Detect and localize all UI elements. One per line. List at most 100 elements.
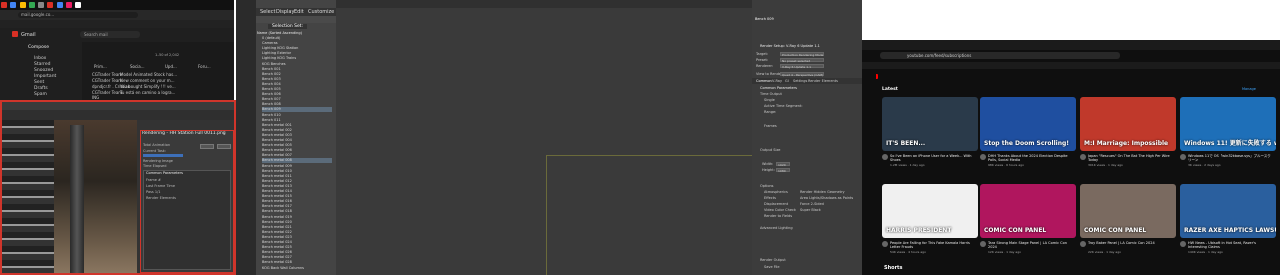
tab-settings[interactable]: Settings <box>793 79 807 83</box>
video-title[interactable]: Windows 11で OS「win32kbase.sys」ブルースクリーン <box>1188 154 1274 162</box>
folder-starred[interactable]: Starred <box>34 62 51 67</box>
render-output-label: Render Output <box>760 258 786 262</box>
tab-favicon-icon[interactable] <box>28 2 35 8</box>
video-title[interactable]: Japan "Rescues" On The Bat The High Per … <box>1088 154 1174 162</box>
check-video-color[interactable]: Video Color Check <box>764 208 796 212</box>
tab-common[interactable]: Common <box>756 79 772 83</box>
option-range[interactable]: Range: <box>764 110 776 114</box>
video-title[interactable]: So I've Been an iPhone User for a Week..… <box>890 154 976 162</box>
option-active-segment[interactable]: Active Time Segment: <box>764 104 803 108</box>
folder-spam[interactable]: Spam <box>34 92 47 97</box>
folder-snoozed[interactable]: Snoozed <box>34 68 53 73</box>
explorer-row[interactable]: KOG Back Wall Columns <box>262 266 332 271</box>
address-bar[interactable]: youtube.com/feed/subscriptions <box>880 52 1120 59</box>
height-input[interactable]: 1080 <box>776 168 790 173</box>
tab-favicon-icon[interactable] <box>75 2 82 8</box>
check-render-fields[interactable]: Render to Fields <box>764 214 792 218</box>
video-thumbnail[interactable]: HARRIS PRESIDENT <box>882 184 978 238</box>
tab-favicon-icon[interactable] <box>47 2 54 8</box>
video-thumbnail[interactable]: RAZER AXE HAPTICS LAWSUIT <box>1180 184 1276 238</box>
width-input[interactable]: 1920 <box>776 162 790 167</box>
check-atmospherics[interactable]: Atmospherics <box>764 190 788 194</box>
check-super-black[interactable]: Super Black <box>800 208 821 212</box>
thumbnail-text: RAZER AXE HAPTICS LAWSUIT <box>1184 227 1276 234</box>
tab-social[interactable]: Socia... <box>130 64 145 69</box>
tab-gi[interactable]: GI <box>785 79 789 83</box>
tab-primary[interactable]: Prim... <box>94 64 107 69</box>
tab-render-elements[interactable]: Render Elements <box>808 79 838 83</box>
tab-vray[interactable]: V-Ray <box>772 79 782 83</box>
check-displacement[interactable]: Displacement <box>764 202 788 206</box>
video-title[interactable]: HW News - Ubisoft in Hot Seat, Razer's I… <box>1188 241 1274 249</box>
video-title[interactable]: Troy Baker Panel | LA Comic Con 2024 <box>1088 241 1174 249</box>
tab-favicon-icon[interactable] <box>38 2 45 8</box>
compose-button[interactable]: Compose <box>28 45 49 50</box>
renderer-label: Renderer: <box>756 64 774 68</box>
channel-avatar[interactable] <box>980 241 986 247</box>
preset-label: Preset: <box>756 58 769 62</box>
channel-avatar[interactable] <box>1180 154 1186 160</box>
view-value: Quad 4 - Perspective (CAM) <box>782 73 824 77</box>
tab-favicon-icon[interactable] <box>19 2 26 8</box>
check-area-lights[interactable]: Area Lights/Shadows as Points <box>800 196 853 200</box>
check-force-2sided[interactable]: Force 2-Sided <box>800 202 824 206</box>
check-effects[interactable]: Effects <box>764 196 776 200</box>
menu-customize[interactable]: Customize <box>308 9 334 15</box>
video-thumbnail[interactable]: COMIC CON PANEL <box>980 184 1076 238</box>
height-value: 1080 <box>778 169 786 173</box>
browser-tab-strip[interactable] <box>0 0 234 10</box>
channel-avatar[interactable] <box>1080 241 1086 247</box>
folder-drafts[interactable]: Drafts <box>34 86 48 91</box>
explorer-column-header[interactable]: Name (Sorted Ascending) <box>257 31 302 35</box>
pause-button[interactable] <box>200 144 214 149</box>
tab-favicon-icon[interactable] <box>1 2 7 8</box>
tab-favicon-icon[interactable] <box>56 2 63 8</box>
gmail-logo-icon[interactable] <box>12 31 18 37</box>
option-frames[interactable]: Frames <box>764 124 777 128</box>
section-title: Latest <box>882 87 898 92</box>
channel-avatar[interactable] <box>882 154 888 160</box>
menu-display[interactable]: Display <box>276 9 294 15</box>
video-title[interactable]: Tara Strong Main Stage Panel | LA Comic … <box>988 241 1074 249</box>
folder-important[interactable]: Important <box>34 74 56 79</box>
folder-sent[interactable]: Sent <box>34 80 44 85</box>
thumbnail-text: Stop the Doom Scrolling! <box>984 140 1069 147</box>
thumbnail-text: COMIC CON PANEL <box>1084 227 1147 234</box>
address-bar[interactable]: mail.google.co... <box>18 12 138 18</box>
video-thumbnail[interactable]: IT'S BEEN... <box>882 97 978 151</box>
browser-tab-strip[interactable] <box>862 40 1280 50</box>
tab-favicon-icon[interactable] <box>10 2 17 8</box>
video-thumbnail[interactable]: Windows 11! 更新に失敗する win32kbase.sys <box>1180 97 1276 151</box>
render-toolbar <box>2 110 234 120</box>
channel-avatar[interactable] <box>1080 154 1086 160</box>
tab-forums[interactable]: Foru... <box>198 64 211 69</box>
video-meta: 98K views · 6 hours ago <box>988 163 1024 167</box>
tab-favicon-icon[interactable] <box>65 2 72 8</box>
menu-edit[interactable]: Edit <box>294 9 304 15</box>
preset-dropdown[interactable]: No preset selected <box>780 58 824 63</box>
height-label: Height: <box>762 168 775 172</box>
channel-avatar[interactable] <box>1180 241 1186 247</box>
tab-updates[interactable]: Upd... <box>165 64 177 69</box>
video-title[interactable]: DHH Thanks About the 2024 Election Despi… <box>988 154 1074 162</box>
video-thumbnail[interactable]: COMIC CON PANEL <box>1080 184 1176 238</box>
menu-select[interactable]: Select <box>260 9 275 15</box>
cancel-button[interactable] <box>217 144 231 149</box>
target-dropdown[interactable]: Production Rendering Mode <box>780 52 824 57</box>
channel-avatar[interactable] <box>980 154 986 160</box>
renderer-dropdown[interactable]: V-Ray 6 Update 1.1 <box>780 64 824 69</box>
video-title[interactable]: People Are Falling for This Fake Kamala … <box>890 241 976 249</box>
channel-avatar[interactable] <box>882 241 888 247</box>
selection-set-dropdown[interactable]: Selection Set: <box>268 24 308 29</box>
video-thumbnail[interactable]: M:I Marriage: Impossible <box>1080 97 1176 151</box>
check-render-hidden[interactable]: Render Hidden Geometry <box>800 190 845 194</box>
explorer-toolbar[interactable] <box>256 16 336 23</box>
folder-inbox[interactable]: Inbox <box>34 56 46 61</box>
option-single[interactable]: Single <box>764 98 775 102</box>
check-save-file[interactable]: Save File <box>764 265 780 269</box>
video-thumbnail[interactable]: Stop the Doom Scrolling! <box>980 97 1076 151</box>
video-meta: 1.2M views · 1 day ago <box>890 163 925 167</box>
manage-link[interactable]: Manage <box>1242 87 1256 91</box>
view-dropdown[interactable]: Quad 4 - Perspective (CAM) <box>780 72 824 77</box>
search-input[interactable]: Search mail <box>80 31 140 38</box>
